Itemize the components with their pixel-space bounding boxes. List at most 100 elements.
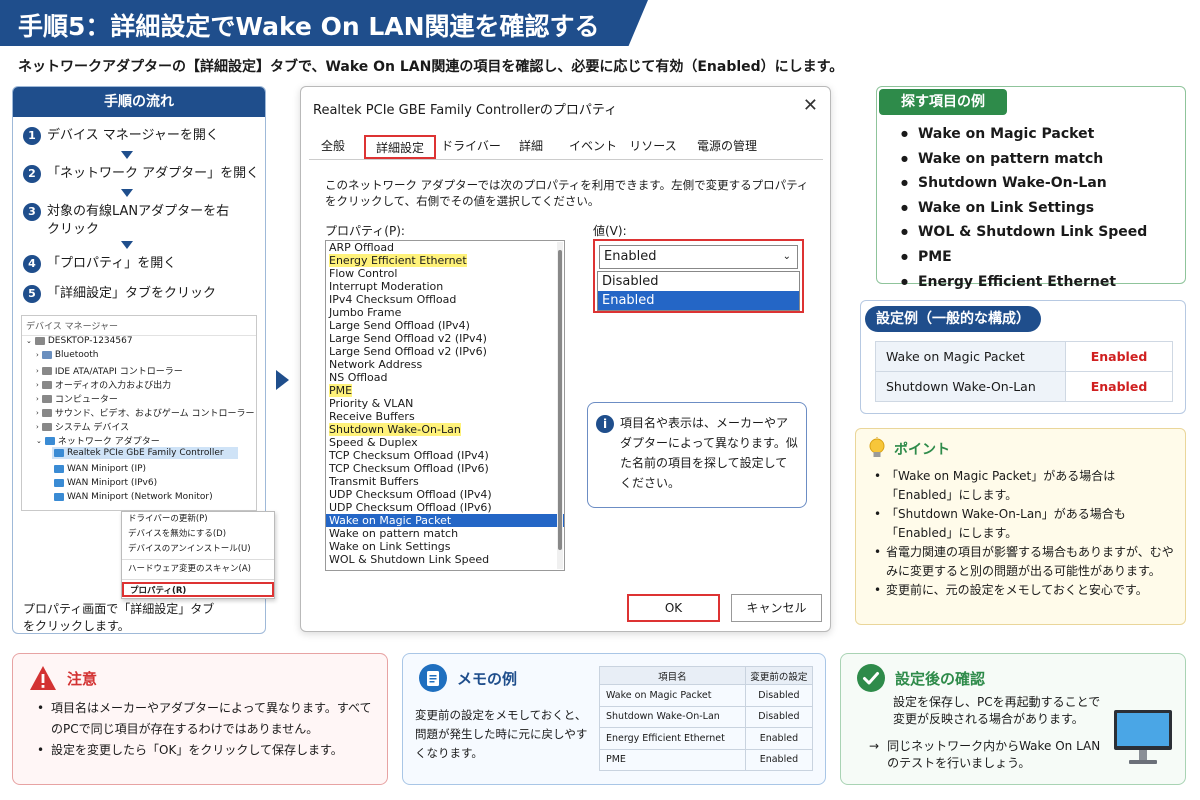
table-row: Shutdown Wake-On-Lan Disabled [599,705,814,728]
menu-item-uninstall-device[interactable]: デバイスのアンインストール(U) [122,542,274,557]
property-item[interactable]: TCP Checksum Offload (IPv6) [326,462,564,475]
scrollbar[interactable] [557,242,563,569]
dialog-title: Realtek PCIe GBE Family Controllerのプロパティ [313,103,618,118]
property-item[interactable]: Large Send Offload v2 (IPv4) [326,332,564,345]
step-number: 5 [23,285,41,303]
property-item[interactable]: UDP Checksum Offload (IPv6) [326,501,564,514]
property-item[interactable]: IPv4 Checksum Offload [326,293,564,306]
tab-events[interactable]: イベント [567,135,619,159]
property-item[interactable]: Large Send Offload v2 (IPv6) [326,345,564,358]
tree-node-wan-ipv6[interactable]: WAN Miniport (IPv6) [54,478,157,488]
property-item[interactable]: ARP Offload [326,241,564,254]
table-cell: Disabled [744,684,814,707]
property-item[interactable]: TCP Checksum Offload (IPv4) [326,449,564,462]
value-option-enabled[interactable]: Enabled [598,291,799,310]
value-option-disabled[interactable]: Disabled [598,272,799,291]
property-item-label: Wake on pattern match [329,527,459,540]
property-item[interactable]: Receive Buffers [326,410,564,423]
table-row: Energy Efficient Ethernet Enabled [599,727,814,750]
table-cell: Enabled [1065,371,1173,402]
tab-resources[interactable]: リソース [627,135,679,159]
menu-separator [122,559,274,560]
tree-node-bluetooth[interactable]: › Bluetooth [36,350,99,360]
right-arrow-icon [276,370,289,390]
property-item[interactable]: Shutdown Wake-On-Lan [326,423,564,436]
tab-power-management[interactable]: 電源の管理 [689,135,765,159]
property-list[interactable]: ARP Offload Energy Efficient Ethernet Flow… [325,240,565,571]
points-title: ポイント [894,442,950,458]
step-5: 5 「詳細設定」タブをクリック [23,285,216,303]
network-adapter-icon [54,493,64,501]
tree-node-root[interactable]: ⌄ DESKTOP-1234567 [26,336,133,346]
property-item[interactable]: PME [326,384,564,397]
property-item[interactable]: Wake on Magic Packet [326,514,564,527]
table-row: PME Enabled [599,748,814,771]
property-item[interactable]: Flow Control [326,267,564,280]
property-item[interactable]: Energy Efficient Ethernet [326,254,564,267]
table-cell: Disabled [744,705,814,728]
caution-title: 注意 [67,670,98,688]
menu-item-disable-device[interactable]: デバイスを無効にする(D) [122,527,274,542]
steps-caption: プロパティ画面で「詳細設定」タブをクリックします。 [23,602,215,633]
step-3: 3 対象の有線LANアダプターを右クリック [23,203,253,239]
property-item[interactable]: Network Address [326,358,564,371]
property-item-label: Jumbo Frame [329,306,402,319]
step-4: 4 「プロパティ」を開く [23,255,176,273]
property-item[interactable]: WOL & Shutdown Link Speed [326,553,564,566]
down-arrow-icon [121,241,133,249]
tab-general[interactable]: 全般 [313,135,353,159]
list-item: Wake on Magic Packet [901,123,1147,148]
tree-node-audio[interactable]: › オーディオの入力および出力 [36,378,171,391]
table-row: Wake on Magic Packet Disabled [599,684,814,707]
chevron-down-icon: ⌄ [782,251,791,262]
tab-details[interactable]: 詳細 [509,135,553,159]
property-item-label: Network Address [329,358,423,371]
steps-title: 手順の流れ [13,87,265,117]
device-manager-window: デバイス マネージャー ⌄ DESKTOP-1234567 › Bluetoot… [21,315,257,511]
property-item[interactable]: UDP Checksum Offload (IPv4) [326,488,564,501]
ok-button[interactable]: OK [627,594,720,622]
property-item[interactable]: Wake on Link Settings [326,540,564,553]
table-cell: Shutdown Wake-On-Lan [599,705,746,728]
list-item: Wake on pattern match [901,148,1147,173]
find-items-title: 探す項目の例 [879,89,1007,115]
tree-node-computer[interactable]: › コンピューター [36,392,118,405]
lightbulb-icon [869,437,885,457]
close-icon[interactable]: ✕ [803,95,818,116]
dialog-description: このネットワーク アダプターでは次のプロパティを利用できます。左側で変更するプロ… [325,178,809,208]
menu-item-update-driver[interactable]: ドライバーの更新(P) [122,512,274,527]
property-item-label: Wake on Link Settings [329,540,451,553]
find-items-list: Wake on Magic Packet Wake on pattern mat… [901,123,1147,295]
menu-item-scan-hardware[interactable]: ハードウェア変更のスキャン(A) [122,562,274,577]
tree-node-network[interactable]: ⌄ ネットワーク アダプター [36,434,160,447]
property-item[interactable]: Interrupt Moderation [326,280,564,293]
property-item-label: Speed & Duplex [329,436,418,449]
tree-node-sound[interactable]: › サウンド、ビデオ、およびゲーム コントローラー [36,406,255,419]
property-item-label: Large Send Offload v2 (IPv4) [329,332,487,345]
tree-node-wan-ip[interactable]: WAN Miniport (IP) [54,464,146,474]
property-item-label: Energy Efficient Ethernet [329,254,467,267]
bluetooth-icon [41,351,52,359]
value-select[interactable]: Enabled ⌄ [599,245,798,269]
properties-dialog: Realtek PCIe GBE Family Controllerのプロパティ… [300,86,831,632]
property-item-label: NS Offload [329,371,388,384]
tree-node-ide[interactable]: › IDE ATA/ATAPI コントローラー [36,364,183,377]
property-item[interactable]: Jumbo Frame [326,306,564,319]
property-item[interactable]: Speed & Duplex [326,436,564,449]
property-item[interactable]: Transmit Buffers [326,475,564,488]
property-item[interactable]: NS Offload [326,371,564,384]
property-item[interactable]: Large Send Offload (IPv4) [326,319,564,332]
property-item[interactable]: Priority & VLAN [326,397,564,410]
tab-driver[interactable]: ドライバー [441,135,501,159]
tree-node-wan-monitor[interactable]: WAN Miniport (Network Monitor) [54,492,213,502]
tree-node-realtek[interactable]: Realtek PCIe GbE Family Controller [52,447,238,459]
property-item-label: Wake on Magic Packet [329,514,452,527]
scrollbar-thumb[interactable] [558,250,562,550]
property-item[interactable]: Wake on pattern match [326,527,564,540]
menu-item-properties[interactable]: プロパティ(R) [122,582,274,597]
tab-advanced[interactable]: 詳細設定 [364,135,436,159]
table-cell: PME [599,748,746,771]
tree-node-system[interactable]: › システム デバイス [36,420,129,433]
cancel-button[interactable]: キャンセル [731,594,822,622]
find-items-panel: 探す項目の例 Wake on Magic Packet Wake on patt… [876,86,1186,290]
